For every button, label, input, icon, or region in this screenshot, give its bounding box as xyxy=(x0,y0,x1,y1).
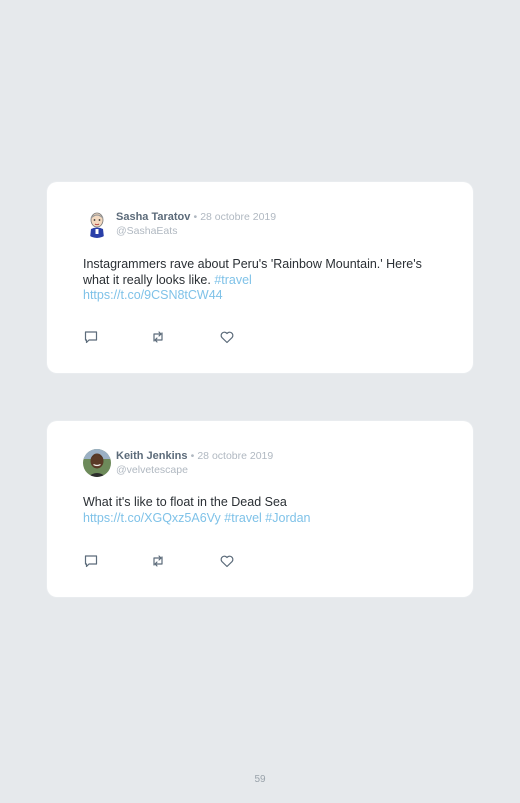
url-link[interactable]: https://t.co/9CSN8tCW44 xyxy=(83,288,223,302)
tweet-date[interactable]: 28 octobre 2019 xyxy=(197,450,273,462)
hashtag-link[interactable]: #Jordan xyxy=(265,511,310,525)
tweet-text-body: What it's like to float in the Dead Sea xyxy=(83,495,287,509)
user-name[interactable]: Keith Jenkins xyxy=(116,450,188,462)
separator: • xyxy=(190,450,195,462)
tweet-text-body: Instagrammers rave about Peru's 'Rainbow… xyxy=(83,257,422,287)
tweet-header: Sasha Taratov • 28 octobre 2019 xyxy=(116,211,276,223)
hashtag-link[interactable]: #travel xyxy=(224,511,262,525)
heart-icon[interactable] xyxy=(219,553,235,569)
reply-icon[interactable] xyxy=(83,553,99,569)
tweet-card: Keith Jenkins • 28 octobre 2019 @velvete… xyxy=(47,421,473,597)
url-link[interactable]: https://t.co/XGQxz5A6Vy xyxy=(83,511,221,525)
avatar[interactable] xyxy=(83,449,111,477)
user-handle[interactable]: @velvetescape xyxy=(116,464,188,476)
retweet-icon[interactable] xyxy=(150,329,166,345)
reply-icon[interactable] xyxy=(83,329,99,345)
avatar[interactable] xyxy=(83,210,111,238)
retweet-icon[interactable] xyxy=(150,553,166,569)
separator: • xyxy=(193,211,198,223)
tweet-text: Instagrammers rave about Peru's 'Rainbow… xyxy=(83,257,433,304)
user-name[interactable]: Sasha Taratov xyxy=(116,211,190,223)
tweet-date[interactable]: 28 octobre 2019 xyxy=(200,211,276,223)
tweet-header: Keith Jenkins • 28 octobre 2019 xyxy=(116,450,273,462)
heart-icon[interactable] xyxy=(219,329,235,345)
hashtag-link[interactable]: #travel xyxy=(214,273,252,287)
user-handle[interactable]: @SashaEats xyxy=(116,225,177,237)
page-number: 59 xyxy=(254,774,266,785)
tweet-card: Sasha Taratov • 28 octobre 2019 @SashaEa… xyxy=(47,182,473,373)
tweet-text: What it's like to float in the Dead Sea … xyxy=(83,495,433,526)
